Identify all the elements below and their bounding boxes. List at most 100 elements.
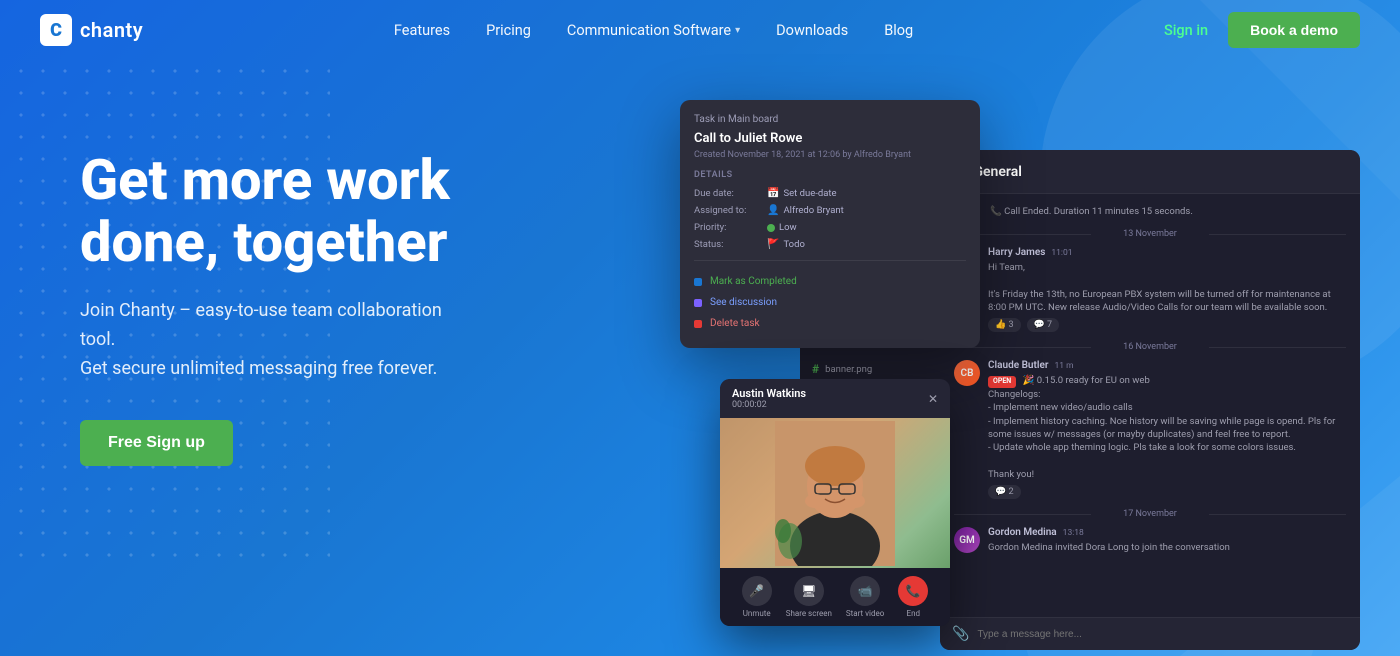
free-signup-button[interactable]: Free Sign up — [80, 420, 233, 466]
msg-reactions-harry: 👍 3 💬 7 — [988, 318, 1346, 332]
video-call-time: 00:00:02 — [732, 400, 806, 410]
task-modal-meta: Created November 18, 2021 at 12:06 by Al… — [694, 150, 966, 160]
msg-text-harry: Hi Team,It's Friday the 13th, no Europea… — [988, 261, 1346, 314]
msg-author-gordon: Gordon Medina — [988, 527, 1057, 538]
chat-message-gordon: GM Gordon Medina 13:18 Gordon Medina inv… — [954, 527, 1346, 554]
channel-name-banner-png: banner.png — [825, 364, 872, 375]
chat-message-claude: CB Claude Butler 11 m OPEN 🎉 0.15.0 read… — [954, 360, 1346, 499]
unmute-label: Unmute — [743, 609, 771, 618]
chat-main-window: # General 📞 Call Ended. Duration 11 minu… — [940, 150, 1360, 650]
start-video-label: Start video — [846, 609, 884, 618]
msg-time-gordon: 13:18 — [1063, 528, 1084, 538]
date-divider-17-nov: 17 November — [954, 509, 1346, 519]
end-call-label: End — [907, 609, 920, 618]
msg-time-claude: 11 m — [1054, 361, 1073, 371]
share-screen-label: Share screen — [786, 609, 832, 618]
reaction-comment[interactable]: 💬 7 — [1027, 318, 1060, 332]
task-assigned-value: 👤 Alfredo Bryant — [767, 205, 844, 216]
msg-text-claude: OPEN 🎉 0.15.0 ready for EU on web Change… — [988, 374, 1346, 481]
logo-letter: C — [50, 20, 62, 41]
task-action-delete[interactable]: Delete task — [694, 313, 966, 334]
attachment-icon[interactable]: 📎 — [952, 626, 969, 642]
start-video-button[interactable]: 📹 Start video — [846, 576, 884, 618]
hero-subtitle: Join Chanty – easy-to-use team collabora… — [80, 297, 480, 383]
nav-downloads[interactable]: Downloads — [776, 22, 848, 39]
msg-header-harry: Harry James 11:01 — [988, 247, 1346, 258]
task-due-date-value: 📅 Set due-date — [767, 188, 837, 199]
close-icon[interactable]: ✕ — [928, 392, 938, 406]
task-status-value: 🚩 Todo — [767, 239, 805, 250]
msg-header-gordon: Gordon Medina 13:18 — [988, 527, 1346, 538]
unmute-icon: 🎤 — [742, 576, 772, 606]
logo[interactable]: C chanty — [40, 14, 143, 46]
task-assigned-label: Assigned to: — [694, 205, 759, 216]
chat-body: 📞 Call Ended. Duration 11 minutes 15 sec… — [940, 194, 1360, 576]
task-due-date-row: Due date: 📅 Set due-date — [694, 188, 966, 199]
msg-content-harry: Harry James 11:01 Hi Team,It's Friday th… — [988, 247, 1346, 332]
end-call-icon: 📞 — [898, 576, 928, 606]
date-divider-16-nov: 16 November — [954, 342, 1346, 352]
share-screen-button[interactable]: 🖥 Share screen — [786, 576, 832, 618]
unmute-button[interactable]: 🎤 Unmute — [742, 576, 772, 618]
open-badge: OPEN — [988, 376, 1016, 388]
reaction-comment-claude[interactable]: 💬 2 — [988, 485, 1021, 499]
chevron-down-icon: ▾ — [735, 25, 740, 36]
msg-header-claude: Claude Butler 11 m — [988, 360, 1346, 371]
task-modal-title: Call to Juliet Rowe — [694, 131, 966, 146]
hero-left: Get more work done, together Join Chanty… — [80, 90, 600, 466]
msg-author-claude: Claude Butler — [988, 360, 1048, 371]
task-modal-header: Task in Main board — [694, 114, 966, 125]
logo-icon: C — [40, 14, 72, 46]
end-call-button[interactable]: 📞 End — [898, 576, 928, 618]
nav-features[interactable]: Features — [394, 22, 450, 39]
task-priority-label: Priority: — [694, 222, 759, 233]
chat-header: # General — [940, 150, 1360, 194]
task-status-label: Status: — [694, 239, 759, 250]
task-status-row: Status: 🚩 Todo — [694, 239, 966, 250]
system-message: 📞 Call Ended. Duration 11 minutes 15 sec… — [954, 206, 1346, 217]
nav-links: Features Pricing Communication Software … — [394, 22, 913, 39]
hero-title: Get more work done, together — [80, 150, 600, 273]
msg-author-harry: Harry James — [988, 247, 1045, 258]
task-complete-icon — [694, 278, 702, 286]
book-demo-button[interactable]: Book a demo — [1228, 12, 1360, 48]
nav-actions: Sign in Book a demo — [1164, 12, 1360, 48]
priority-dot-icon — [767, 224, 775, 232]
nav-pricing[interactable]: Pricing — [486, 22, 531, 39]
reaction-thumbsup[interactable]: 👍 3 — [988, 318, 1021, 332]
video-call-widget: Austin Watkins 00:00:02 ✕ — [720, 379, 950, 626]
hero-section: Get more work done, together Join Chanty… — [0, 60, 1400, 656]
video-call-header: Austin Watkins 00:00:02 ✕ — [720, 379, 950, 418]
video-call-info: Austin Watkins 00:00:02 — [732, 387, 806, 410]
task-due-date-label: Due date: — [694, 188, 759, 199]
msg-time-harry: 11:01 — [1051, 248, 1072, 258]
msg-text-gordon: Gordon Medina invited Dora Long to join … — [988, 541, 1346, 554]
task-action-complete[interactable]: Mark as Completed — [694, 271, 966, 292]
task-action-discuss[interactable]: See discussion — [694, 292, 966, 313]
video-controls: 🎤 Unmute 🖥 Share screen 📹 Start video 📞 … — [720, 568, 950, 626]
hero-right: Task in Main board Call to Juliet Rowe C… — [600, 90, 1360, 656]
video-frame — [720, 418, 950, 568]
msg-content-claude: Claude Butler 11 m OPEN 🎉 0.15.0 ready f… — [988, 360, 1346, 499]
sign-in-link[interactable]: Sign in — [1164, 22, 1208, 39]
start-video-icon: 📹 — [850, 576, 880, 606]
task-divider — [694, 260, 966, 261]
channel-header-name: General — [973, 164, 1021, 180]
task-modal: Task in Main board Call to Juliet Rowe C… — [680, 100, 980, 348]
chat-input-area: 📎 — [940, 617, 1360, 650]
nav-blog[interactable]: Blog — [884, 22, 913, 39]
avatar-gordon: GM — [954, 527, 980, 553]
task-discuss-icon — [694, 299, 702, 307]
msg-reactions-claude: 💬 2 — [988, 485, 1346, 499]
task-assigned-row: Assigned to: 👤 Alfredo Bryant — [694, 205, 966, 216]
task-delete-icon — [694, 320, 702, 328]
video-call-name: Austin Watkins — [732, 387, 806, 400]
chat-input[interactable] — [977, 629, 1348, 640]
task-priority-value: Low — [767, 222, 797, 233]
navbar: C chanty Features Pricing Communication … — [0, 0, 1400, 60]
nav-communication-software[interactable]: Communication Software ▾ — [567, 22, 740, 39]
hash-icon: # — [812, 362, 819, 376]
brand-name: chanty — [80, 18, 143, 42]
person-svg — [775, 421, 895, 566]
share-screen-icon: 🖥 — [794, 576, 824, 606]
